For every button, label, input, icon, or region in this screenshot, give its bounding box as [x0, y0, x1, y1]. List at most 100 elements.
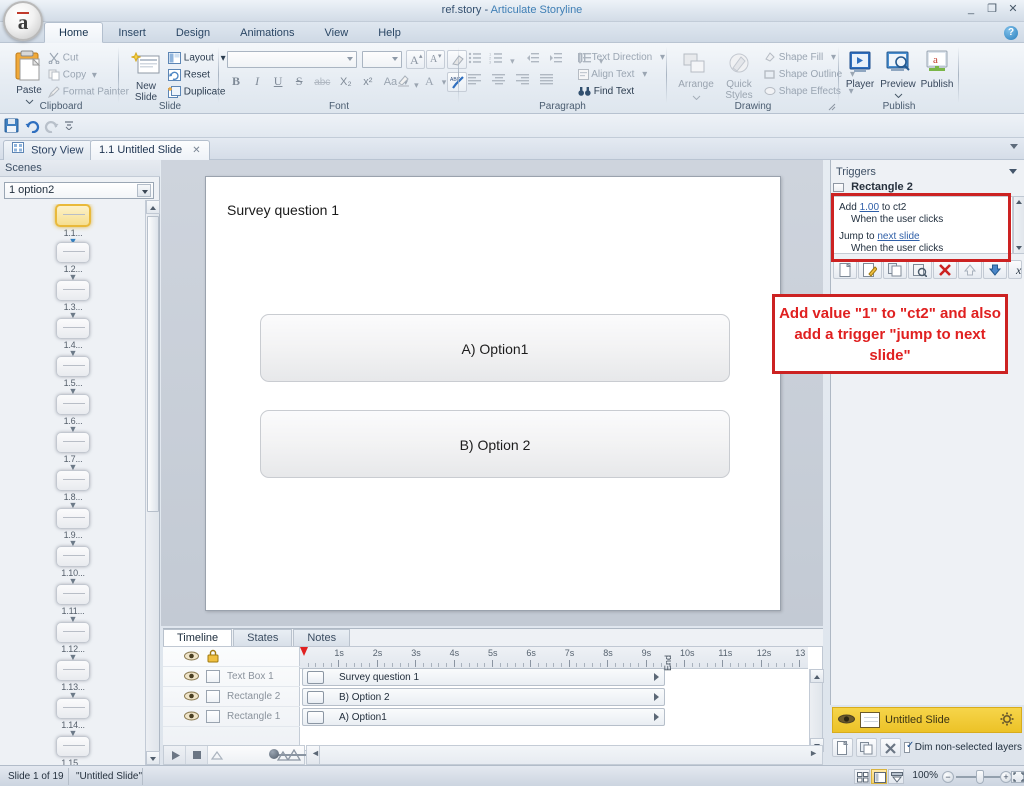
application-orb-button[interactable]: a: [3, 1, 43, 41]
timeline-vscrollbar[interactable]: [809, 669, 824, 752]
ribbon-tab-help[interactable]: Help: [363, 22, 416, 43]
timeline-tab-timeline[interactable]: Timeline: [163, 629, 233, 646]
close-icon[interactable]: ✕: [192, 145, 200, 156]
slide-thumbnail-icon[interactable]: [56, 470, 90, 491]
slide-thumbnail-item[interactable]: 1.1... ▼: [0, 204, 146, 246]
copy-button[interactable]: Copy ▾: [48, 69, 97, 81]
list-dropdown-arrow[interactable]: ▾: [510, 56, 515, 66]
copy-trigger-icon[interactable]: [883, 260, 907, 279]
chevron-right-icon[interactable]: [654, 693, 659, 701]
bullet-list-button[interactable]: [468, 52, 486, 67]
scroll-down-icon[interactable]: [1014, 243, 1024, 253]
slide-thumbnail-item[interactable]: 1.8... ▼: [0, 470, 146, 510]
shape-fill-dropdown-arrow[interactable]: ▾: [831, 52, 836, 63]
quick-styles-button[interactable]: Quick Styles: [718, 52, 760, 101]
timeline-track-header[interactable]: Rectangle 2: [163, 687, 300, 707]
duplicate-layer-icon[interactable]: [856, 737, 877, 757]
grow-font-button[interactable]: A ▴: [406, 50, 425, 69]
help-icon[interactable]: ?: [1004, 26, 1018, 40]
duplicate-button[interactable]: Duplicate: [168, 86, 225, 98]
slide-thumbnail-item[interactable]: 1.10... ▼: [0, 546, 146, 586]
slide-thumbnail-icon[interactable]: [56, 622, 90, 643]
strikethrough-button[interactable]: S: [290, 74, 308, 89]
lock-checkbox[interactable]: [206, 710, 220, 723]
slide-thumbnail-item[interactable]: 1.2... ▼: [0, 242, 146, 282]
slide-thumbnail-icon[interactable]: [56, 280, 90, 301]
slide-thumbnail-item[interactable]: 1.5... ▼: [0, 356, 146, 396]
chevron-right-icon[interactable]: [654, 673, 659, 681]
dim-layers-checkbox[interactable]: [904, 740, 914, 753]
move-up-icon[interactable]: [958, 260, 982, 279]
tab-untitled-slide[interactable]: 1.1 Untitled Slide ✕: [90, 140, 210, 160]
ribbon-tab-insert[interactable]: Insert: [103, 22, 161, 43]
font-name-combo[interactable]: [227, 51, 357, 68]
slide-thumbnail-icon[interactable]: [56, 698, 90, 719]
numbered-list-button[interactable]: 1 2 3: [489, 52, 507, 67]
cut-button[interactable]: Cut: [48, 52, 78, 64]
align-text-button[interactable]: Align Text ▾: [578, 69, 647, 80]
slide-thumbnail-item[interactable]: 1.7... ▼: [0, 432, 146, 472]
highlight-dropdown-arrow[interactable]: ▾: [414, 80, 419, 90]
lock-checkbox[interactable]: [206, 670, 220, 683]
zoom-slider-control[interactable]: − +: [942, 770, 1024, 784]
trigger-1-value[interactable]: 1.00: [860, 202, 879, 213]
eye-icon[interactable]: [184, 710, 199, 723]
increase-indent-button[interactable]: [549, 52, 569, 67]
trigger-item-1-action[interactable]: Add 1.00 to ct2: [839, 202, 906, 213]
slide-question-text[interactable]: Survey question 1: [227, 202, 339, 218]
scene-selector[interactable]: 1 option2: [4, 182, 154, 199]
timeline-tab-states[interactable]: States: [233, 629, 293, 646]
lock-checkbox[interactable]: [206, 690, 220, 703]
trigger-list[interactable]: Add 1.00 to ct2 When the user clicks Jum…: [833, 196, 1013, 254]
tabs-overflow-icon[interactable]: [1010, 144, 1018, 149]
slide-thumbnail-icon[interactable]: [56, 432, 90, 453]
text-direction-button[interactable]: Text Direction ▾: [578, 52, 665, 63]
timeline-track-header[interactable]: Text Box 1: [163, 667, 300, 687]
eye-icon[interactable]: [184, 690, 199, 703]
scroll-down-icon[interactable]: [146, 751, 160, 765]
subscript-button[interactable]: X₂: [336, 76, 355, 88]
slide-thumbnail-icon[interactable]: [56, 242, 90, 263]
ribbon-tab-design[interactable]: Design: [161, 22, 225, 43]
new-slide-button[interactable]: New Slide: [126, 51, 166, 103]
layout-button[interactable]: Layout ▾: [168, 52, 226, 64]
publish-button[interactable]: a Publish: [918, 50, 956, 90]
form-view-icon[interactable]: [888, 769, 904, 784]
normal-view-icon[interactable]: [871, 769, 887, 784]
scroll-up-icon[interactable]: [146, 200, 160, 214]
large-mountains-icon[interactable]: [276, 748, 302, 764]
gear-icon[interactable]: [1000, 712, 1014, 729]
slide-thumbnail-icon[interactable]: [56, 318, 90, 339]
trigger-object-name[interactable]: Rectangle 2: [833, 181, 1023, 195]
justify-button[interactable]: [540, 74, 561, 88]
new-trigger-icon[interactable]: [833, 260, 857, 279]
drawing-dialog-launcher-icon[interactable]: [828, 102, 836, 111]
edit-trigger-icon[interactable]: [858, 260, 882, 279]
small-caps-button[interactable]: abc: [311, 77, 333, 88]
shrink-font-button[interactable]: A ▾: [426, 50, 445, 69]
font-color-button[interactable]: A ▾: [425, 74, 446, 89]
arrange-button[interactable]: Arrange: [676, 52, 716, 103]
stop-icon[interactable]: [186, 746, 208, 764]
scroll-right-icon[interactable]: ►: [809, 748, 818, 758]
eye-icon[interactable]: [184, 670, 199, 683]
close-button[interactable]: ✕: [1006, 2, 1020, 16]
slide-thumbnail-icon[interactable]: [56, 660, 90, 681]
timeline-hscrollbar[interactable]: ►: [320, 745, 823, 765]
preview-dropdown-arrow[interactable]: [878, 89, 918, 101]
reset-button[interactable]: Reset: [168, 69, 210, 81]
align-right-button[interactable]: [516, 74, 537, 88]
align-text-dropdown-arrow[interactable]: ▾: [642, 69, 647, 80]
slide-option-b[interactable]: B) Option 2: [260, 410, 730, 478]
slide-thumbnail-item[interactable]: 1.9... ▼: [0, 508, 146, 548]
slide-thumbnail-icon[interactable]: [56, 546, 90, 567]
ribbon-tab-home[interactable]: Home: [44, 22, 104, 43]
slide-canvas[interactable]: Survey question 1 A) Option1 B) Option 2: [205, 176, 781, 611]
eye-icon[interactable]: [838, 713, 855, 728]
slide-thumbnail-item[interactable]: 1.6... ▼: [0, 394, 146, 434]
align-left-button[interactable]: [468, 74, 489, 88]
ribbon-tab-view[interactable]: View: [310, 22, 364, 43]
timeline-hscroll-left-icon[interactable]: ◄: [306, 745, 320, 765]
format-painter-button[interactable]: Format Painter: [48, 86, 129, 98]
font-size-combo[interactable]: [362, 51, 402, 68]
